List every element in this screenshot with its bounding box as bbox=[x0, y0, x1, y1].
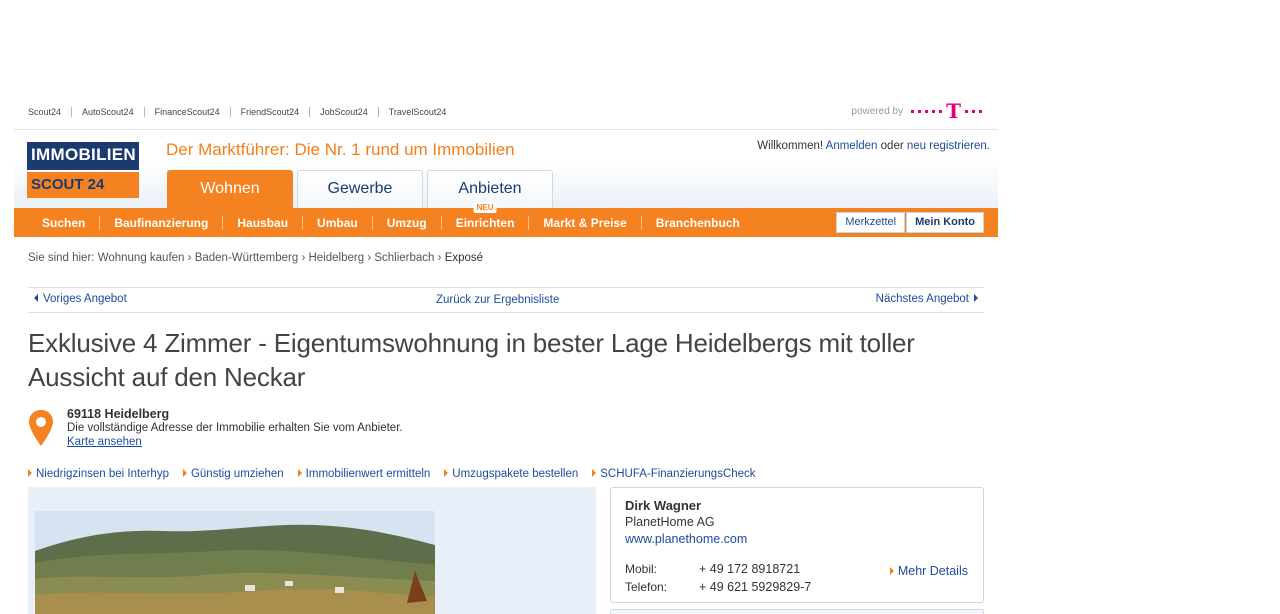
login-link[interactable]: Anmelden bbox=[826, 140, 878, 152]
network-link-travelscout24[interactable]: TravelScout24 bbox=[377, 107, 457, 117]
service-link-label: SCHUFA-FinanzierungsCheck bbox=[600, 468, 756, 480]
tagline: Der Marktführer: Die Nr. 1 rund um Immob… bbox=[166, 140, 515, 159]
arrow-right-icon bbox=[592, 469, 597, 477]
tab-wohnen[interactable]: Wohnen bbox=[167, 170, 293, 208]
listing-photo[interactable] bbox=[35, 511, 435, 614]
arrow-right-icon bbox=[182, 469, 187, 477]
breadcrumb-separator-icon: › bbox=[301, 252, 306, 264]
powered-by[interactable]: powered by T bbox=[851, 101, 986, 121]
service-links: Niedrigzinsen bei Interhyp Günstig umzie… bbox=[28, 468, 770, 480]
breadcrumb-item-schlierbach[interactable]: Schlierbach bbox=[374, 252, 434, 264]
breadcrumb-current: Exposé bbox=[444, 252, 484, 264]
more-details-link[interactable]: Mehr Details bbox=[889, 564, 968, 578]
contact-website-link[interactable]: www.planethome.com bbox=[625, 532, 747, 546]
welcome-text: Willkommen! bbox=[757, 140, 824, 152]
more-details-label: Mehr Details bbox=[897, 564, 968, 578]
nav-item-branchenbuch[interactable]: Branchenbuch bbox=[640, 215, 754, 230]
previous-listing-label: Voriges Angebot bbox=[43, 293, 127, 305]
nav-item-hausbau[interactable]: Hausbau bbox=[222, 215, 302, 230]
main-tabs: Wohnen Gewerbe Anbieten bbox=[167, 170, 557, 208]
previous-listing-link[interactable]: Voriges Angebot bbox=[34, 293, 127, 305]
contact-name: Dirk Wagner bbox=[625, 498, 702, 513]
listing-title: Exklusive 4 Zimmer - Eigentumswohnung in… bbox=[28, 328, 915, 392]
listing-pager: Voriges Angebot Zurück zur Ergebnisliste… bbox=[28, 287, 984, 313]
welcome-bar: Willkommen! Anmelden oder neu registrier… bbox=[757, 140, 990, 152]
arrow-right-icon bbox=[444, 469, 449, 477]
breadcrumb-prefix: Sie sind hier: bbox=[28, 252, 95, 264]
breadcrumb-separator-icon: › bbox=[437, 252, 442, 264]
network-link-friendscout24[interactable]: FriendScout24 bbox=[229, 107, 310, 117]
nav-item-einrichten[interactable]: Einrichten NEU bbox=[440, 201, 529, 230]
network-link-autoscout24[interactable]: AutoScout24 bbox=[71, 107, 144, 117]
arrow-right-icon bbox=[28, 469, 32, 477]
network-link-scout24[interactable]: Scout24 bbox=[28, 107, 71, 117]
nav-item-umzug[interactable]: Umzug bbox=[371, 215, 441, 230]
phone-label: Telefon: bbox=[625, 580, 668, 594]
breadcrumb-item-heidelberg[interactable]: Heidelberg bbox=[308, 252, 364, 264]
service-link-immobilienwert[interactable]: Immobilienwert ermitteln bbox=[297, 468, 431, 480]
contact-company: PlanetHome AG bbox=[625, 515, 715, 529]
new-badge: NEU bbox=[473, 201, 497, 213]
tab-gewerbe[interactable]: Gewerbe bbox=[297, 170, 423, 208]
back-to-results-link[interactable]: Zurück zur Ergebnisliste bbox=[436, 294, 559, 306]
map-pin-icon bbox=[29, 410, 53, 446]
network-links: Scout24 AutoScout24 FinanceScout24 Frien… bbox=[28, 107, 456, 117]
service-link-interhyp[interactable]: Niedrigzinsen bei Interhyp bbox=[28, 468, 169, 480]
arrow-right-icon bbox=[889, 567, 894, 575]
register-link[interactable]: neu registrieren. bbox=[907, 140, 990, 152]
service-link-label: Niedrigzinsen bei Interhyp bbox=[36, 468, 169, 480]
triangle-right-icon bbox=[974, 294, 978, 302]
logo-line1: IMMOBILIEN bbox=[27, 142, 139, 170]
next-listing-label: Nächstes Angebot bbox=[875, 293, 969, 305]
main-nav: Suchen Baufinanzierung Hausbau Umbau Umz… bbox=[14, 201, 998, 237]
nav-item-suchen[interactable]: Suchen bbox=[28, 216, 99, 230]
breadcrumb-item-baden-wuerttemberg[interactable]: Baden-Württemberg bbox=[195, 252, 299, 264]
merkzettel-button[interactable]: Merkzettel bbox=[836, 212, 906, 233]
arrow-right-icon bbox=[297, 469, 302, 477]
nav-item-baufinanzierung[interactable]: Baufinanzierung bbox=[99, 215, 222, 230]
next-listing-link[interactable]: Nächstes Angebot bbox=[876, 293, 978, 305]
service-link-umzugspakete[interactable]: Umzugspakete bestellen bbox=[444, 468, 578, 480]
nav-item-markt-preise[interactable]: Markt & Preise bbox=[528, 215, 640, 230]
breadcrumb-item-wohnung-kaufen[interactable]: Wohnung kaufen bbox=[98, 252, 185, 264]
immobilienscout24-logo[interactable]: IMMOBILIEN SCOUT 24 bbox=[27, 142, 139, 198]
phone-number: + 49 621 5929829-7 bbox=[699, 580, 812, 594]
telekom-logo: T bbox=[911, 101, 986, 121]
network-link-financescout24[interactable]: FinanceScout24 bbox=[143, 107, 230, 117]
nav-item-umbau[interactable]: Umbau bbox=[302, 215, 372, 230]
show-map-link[interactable]: Karte ansehen bbox=[67, 436, 142, 448]
network-link-jobscout24[interactable]: JobScout24 bbox=[309, 107, 378, 117]
service-link-schufa[interactable]: SCHUFA-FinanzierungsCheck bbox=[592, 468, 756, 480]
service-link-label: Günstig umziehen bbox=[190, 468, 284, 480]
service-link-label: Immobilienwert ermitteln bbox=[305, 468, 431, 480]
address-block: 69118 Heidelberg Die vollständige Adress… bbox=[67, 407, 403, 449]
mobile-label: Mobil: bbox=[625, 562, 658, 576]
service-link-label: Umzugspakete bestellen bbox=[452, 468, 579, 480]
powered-by-label: powered by bbox=[851, 105, 904, 117]
page: Scout24 AutoScout24 FinanceScout24 Frien… bbox=[14, 0, 998, 614]
telekom-t-icon: T bbox=[946, 99, 961, 123]
landscape-photo-image bbox=[35, 511, 435, 614]
logo-line2: SCOUT 24 bbox=[27, 170, 139, 198]
breadcrumb-separator-icon: › bbox=[187, 252, 192, 264]
nav-item-einrichten-label: Einrichten bbox=[455, 215, 515, 230]
image-gallery bbox=[28, 487, 596, 614]
breadcrumb: Sie sind hier: Wohnung kaufen › Baden-Wü… bbox=[28, 252, 483, 264]
or-text: oder bbox=[880, 140, 904, 152]
site-header: IMMOBILIEN SCOUT 24 Der Marktführer: Die… bbox=[14, 130, 998, 208]
mein-konto-button[interactable]: Mein Konto bbox=[906, 212, 984, 233]
account-buttons: Merkzettel Mein Konto bbox=[836, 212, 984, 233]
contact-box: Dirk Wagner PlanetHome AG www.planethome… bbox=[610, 487, 984, 603]
contact-form-box bbox=[610, 609, 984, 614]
triangle-left-icon bbox=[34, 294, 38, 302]
address-note: Die vollständige Adresse der Immobilie e… bbox=[67, 422, 403, 434]
address-city: 69118 Heidelberg bbox=[67, 407, 170, 421]
mobile-number: + 49 172 8918721 bbox=[699, 562, 801, 576]
service-link-umziehen[interactable]: Günstig umziehen bbox=[182, 468, 284, 480]
breadcrumb-separator-icon: › bbox=[367, 252, 372, 264]
network-bar: Scout24 AutoScout24 FinanceScout24 Frien… bbox=[14, 100, 998, 130]
